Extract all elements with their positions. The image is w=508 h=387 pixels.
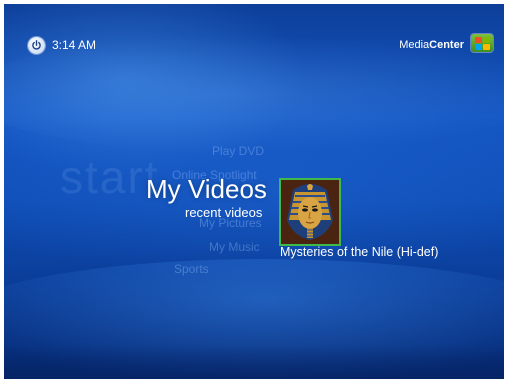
video-thumbnail[interactable] — [279, 178, 341, 246]
submenu-recent-videos[interactable]: recent videos — [185, 205, 262, 220]
media-center-screen: 3:14 AM MediaCenter start Play DVD Onlin… — [4, 4, 504, 379]
menu-item-my-music[interactable]: My Music — [209, 240, 260, 254]
bottom-shade — [4, 345, 504, 379]
clock-time: 3:14 AM — [52, 38, 97, 52]
pharaoh-mask-image — [281, 180, 339, 244]
video-title[interactable]: Mysteries of the Nile (Hi-def) — [280, 245, 438, 259]
brand-center: Center — [429, 39, 464, 51]
background-section-word: start — [60, 151, 160, 203]
background-glow — [4, 34, 504, 154]
media-center-logo: MediaCenter — [399, 39, 464, 51]
brand-media: Media — [399, 39, 430, 51]
power-symbol — [32, 40, 41, 50]
menu-item-my-videos[interactable]: My Videos — [146, 174, 267, 205]
menu-item-play-dvd[interactable]: Play DVD — [212, 144, 264, 158]
menu-item-sports[interactable]: Sports — [174, 262, 209, 276]
windows-flag-icon[interactable] — [471, 34, 493, 52]
power-icon[interactable] — [28, 37, 45, 54]
